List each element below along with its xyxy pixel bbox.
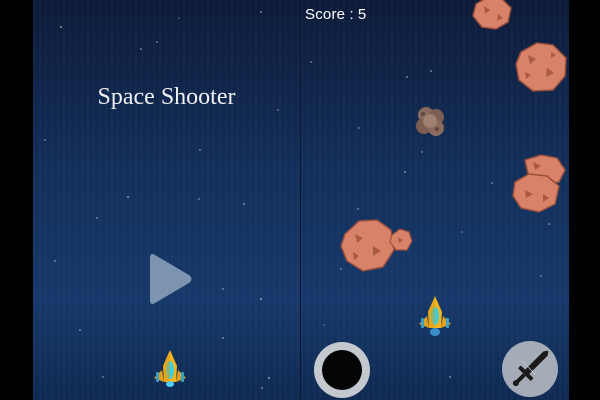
- score-value: 5: [357, 6, 367, 23]
- score-label: Score :: [305, 6, 354, 23]
- sword-icon: [512, 350, 549, 387]
- asteroid-icon: [416, 107, 444, 136]
- fire-button[interactable]: [502, 341, 558, 397]
- start-screen-panel: Space Shooter: [33, 0, 300, 400]
- asteroid-icon: [472, 0, 512, 30]
- game-title: Space Shooter: [97, 84, 236, 110]
- asteroid: [513, 40, 569, 99]
- asteroid-cluster: [511, 154, 567, 223]
- asteroid-icon: [512, 154, 566, 213]
- asteroid-icon: [389, 228, 413, 251]
- player-ship-preview: [151, 348, 189, 393]
- spaceship-icon: [154, 350, 186, 387]
- spaceship-icon: [419, 296, 451, 336]
- asteroid: [470, 0, 514, 37]
- player-ship: [416, 294, 454, 343]
- small-asteroid: [388, 227, 414, 258]
- asteroid-icon: [515, 42, 567, 92]
- gameplay-panel: Score :5: [300, 0, 569, 400]
- score-display: Score :5: [305, 6, 366, 23]
- joystick-icon: [322, 350, 362, 390]
- play-triangle-icon: [150, 254, 192, 304]
- play-button[interactable]: [146, 252, 194, 306]
- starfield-left: [44, 11, 279, 389]
- joystick-control[interactable]: [314, 342, 370, 398]
- small-asteroid: [412, 103, 448, 144]
